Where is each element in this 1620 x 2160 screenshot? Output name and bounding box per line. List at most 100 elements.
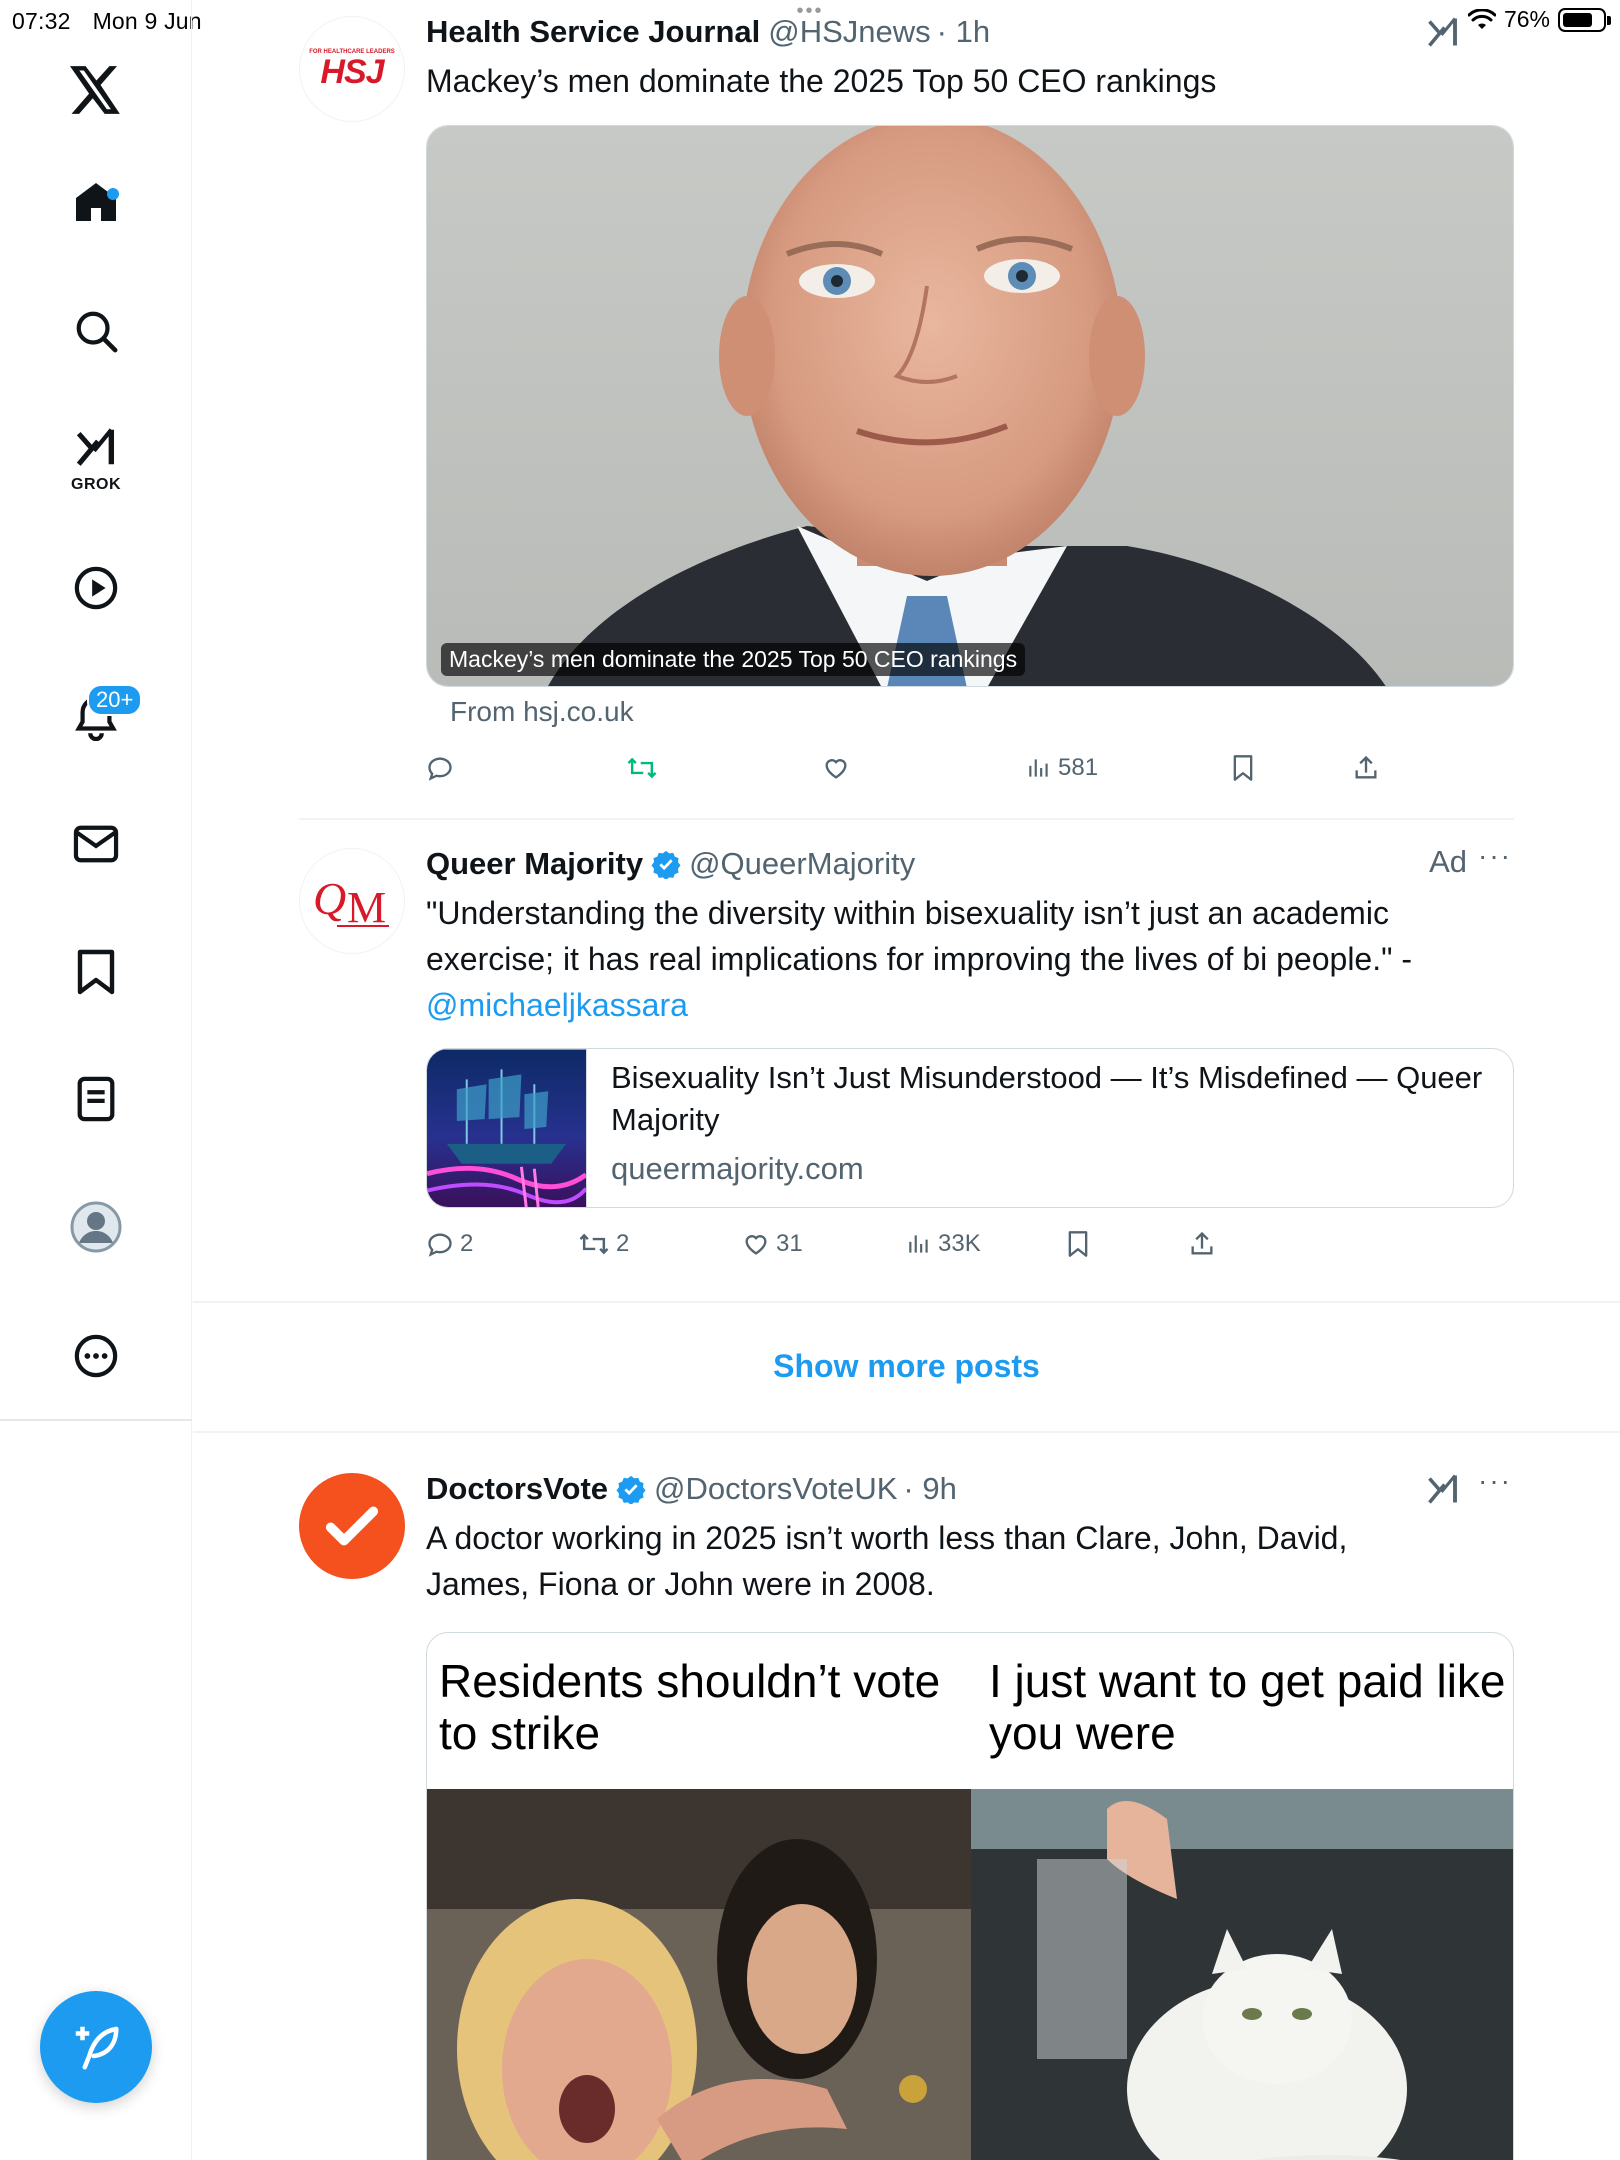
sidebar-item-notifications[interactable]: 20+ bbox=[0, 672, 192, 762]
sidebar-separator bbox=[0, 1419, 192, 1421]
views-count: 581 bbox=[1058, 754, 1099, 781]
author-name[interactable]: DoctorsVote bbox=[426, 1471, 608, 1507]
avatar-queer-majority[interactable]: Q M bbox=[299, 848, 405, 954]
show-more-posts-button[interactable]: Show more posts bbox=[193, 1348, 1620, 1385]
author-handle[interactable]: @DoctorsVoteUK bbox=[654, 1471, 897, 1507]
x-logo-icon bbox=[70, 66, 120, 114]
sidebar-item-messages[interactable] bbox=[0, 799, 192, 889]
repost-count: 2 bbox=[616, 1230, 630, 1257]
post-text: "Understanding the diversity within bise… bbox=[426, 890, 1506, 1028]
views-button[interactable]: 581 bbox=[1026, 748, 1098, 788]
sidebar-item-more[interactable] bbox=[0, 1311, 192, 1401]
verified-badge-icon bbox=[651, 850, 681, 879]
sidebar-item-profile[interactable] bbox=[0, 1182, 192, 1272]
like-button[interactable] bbox=[822, 748, 856, 788]
queer-majority-logo: Q M bbox=[313, 873, 389, 932]
hsj-logo-text: HSJ bbox=[320, 53, 384, 91]
grok-label: GROK bbox=[71, 476, 121, 493]
link-card[interactable]: Bisexuality Isn’t Just Misunderstood — I… bbox=[426, 1048, 1514, 1208]
post-actions: 581 bbox=[426, 748, 1514, 788]
meme-right-caption: I just want to get paid like you were bbox=[989, 1655, 1506, 1759]
like-icon bbox=[825, 759, 847, 779]
post-text: A doctor working in 2025 isn’t worth les… bbox=[426, 1520, 1348, 1602]
lists-icon bbox=[77, 1076, 115, 1122]
like-button[interactable]: 31 bbox=[742, 1224, 803, 1264]
repost-button[interactable] bbox=[626, 748, 664, 788]
compose-button[interactable] bbox=[40, 1991, 152, 2103]
avatar-hsj[interactable]: FOR HEALTHCARE LEADERS HSJ bbox=[299, 16, 405, 122]
compose-icon bbox=[75, 2026, 119, 2070]
section-divider bbox=[193, 1431, 1620, 1433]
share-button[interactable] bbox=[1188, 1224, 1216, 1264]
meme-left-caption: Residents shouldn’t vote to strike bbox=[439, 1655, 941, 1759]
like-icon bbox=[745, 1235, 767, 1255]
post-image[interactable]: Mackey’s men dominate the 2025 Top 50 CE… bbox=[426, 125, 1514, 687]
sidebar-item-bookmarks[interactable] bbox=[0, 927, 192, 1017]
reply-icon bbox=[428, 757, 452, 781]
views-button[interactable]: 33K bbox=[906, 1224, 981, 1264]
x-logo-link[interactable] bbox=[0, 45, 192, 135]
sidebar-item-lists[interactable] bbox=[0, 1054, 192, 1144]
bookmark-button[interactable] bbox=[1231, 748, 1255, 788]
views-icon bbox=[1029, 759, 1048, 777]
post-divider bbox=[299, 818, 1514, 820]
sidebar-item-explore[interactable] bbox=[0, 286, 192, 376]
sidebar-item-grok[interactable]: GROK bbox=[0, 410, 192, 500]
video-icon bbox=[74, 566, 118, 610]
reply-button[interactable]: 2 bbox=[426, 1224, 473, 1264]
author-name[interactable]: Health Service Journal bbox=[426, 14, 760, 50]
ceo-portrait-image bbox=[427, 126, 1513, 686]
grok-post-icon[interactable] bbox=[1425, 14, 1461, 50]
sidebar: GROK 20+ bbox=[0, 0, 192, 2160]
post-time[interactable]: · 1h bbox=[937, 14, 990, 50]
notifications-badge: 20+ bbox=[87, 684, 143, 716]
repost-icon bbox=[579, 1233, 609, 1255]
share-icon bbox=[1355, 755, 1377, 779]
author-handle[interactable]: @HSJnews bbox=[768, 14, 930, 50]
svg-text:M: M bbox=[347, 883, 386, 932]
link-card-thumbnail bbox=[427, 1049, 587, 1207]
repost-icon bbox=[627, 757, 657, 779]
checkmark-icon bbox=[325, 1506, 379, 1546]
post-more-button[interactable]: ··· bbox=[1478, 1465, 1512, 1497]
sidebar-item-home[interactable] bbox=[0, 157, 192, 247]
post-actions: 2 2 31 33K bbox=[426, 1224, 1514, 1264]
grok-post-icon[interactable] bbox=[1425, 1471, 1461, 1507]
reply-count: 2 bbox=[460, 1230, 474, 1257]
views-count: 33K bbox=[938, 1230, 981, 1257]
more-icon bbox=[74, 1334, 118, 1378]
reply-icon bbox=[428, 1233, 452, 1257]
section-divider bbox=[193, 1301, 1620, 1303]
bookmarks-icon bbox=[77, 949, 115, 995]
image-caption: Mackey’s men dominate the 2025 Top 50 CE… bbox=[441, 643, 1026, 676]
link-card-title: Bisexuality Isn’t Just Misunderstood — I… bbox=[611, 1060, 1483, 1137]
meme-photos bbox=[427, 1789, 1513, 2160]
post-text: Mackey’s men dominate the 2025 Top 50 CE… bbox=[426, 63, 1217, 99]
reply-button[interactable] bbox=[426, 748, 460, 788]
author-name[interactable]: Queer Majority bbox=[426, 846, 643, 882]
share-button[interactable] bbox=[1352, 748, 1380, 788]
like-count: 31 bbox=[776, 1230, 803, 1257]
verified-badge-icon bbox=[616, 1475, 646, 1504]
svg-text:Q: Q bbox=[313, 873, 346, 924]
main-feed: FOR HEALTHCARE LEADERS HSJ Health Servic… bbox=[193, 0, 1620, 2160]
views-icon bbox=[909, 1235, 928, 1253]
link-source[interactable]: From hsj.co.uk bbox=[450, 696, 634, 728]
link-card-domain: queermajority.com bbox=[611, 1151, 864, 1186]
repost-button[interactable]: 2 bbox=[578, 1224, 629, 1264]
bookmark-icon bbox=[1068, 1231, 1088, 1257]
author-handle[interactable]: @QueerMajority bbox=[689, 846, 915, 882]
post-time[interactable]: · 9h bbox=[903, 1471, 956, 1507]
search-icon bbox=[76, 311, 118, 353]
unread-dot bbox=[107, 188, 119, 200]
profile-icon bbox=[70, 1201, 122, 1253]
bookmark-button[interactable] bbox=[1066, 1224, 1090, 1264]
post-body: "Understanding the diversity within bise… bbox=[426, 895, 1413, 977]
sidebar-item-video[interactable] bbox=[0, 543, 192, 633]
avatar-doctorsvote[interactable] bbox=[299, 1473, 405, 1579]
home-icon bbox=[76, 183, 116, 221]
post-more-button[interactable]: ··· bbox=[1478, 840, 1512, 872]
post-meme-image[interactable]: Residents shouldn’t vote to strike I jus… bbox=[426, 1632, 1514, 2160]
mention-link[interactable]: @michaeljkassara bbox=[426, 987, 688, 1023]
messages-icon bbox=[73, 825, 119, 863]
